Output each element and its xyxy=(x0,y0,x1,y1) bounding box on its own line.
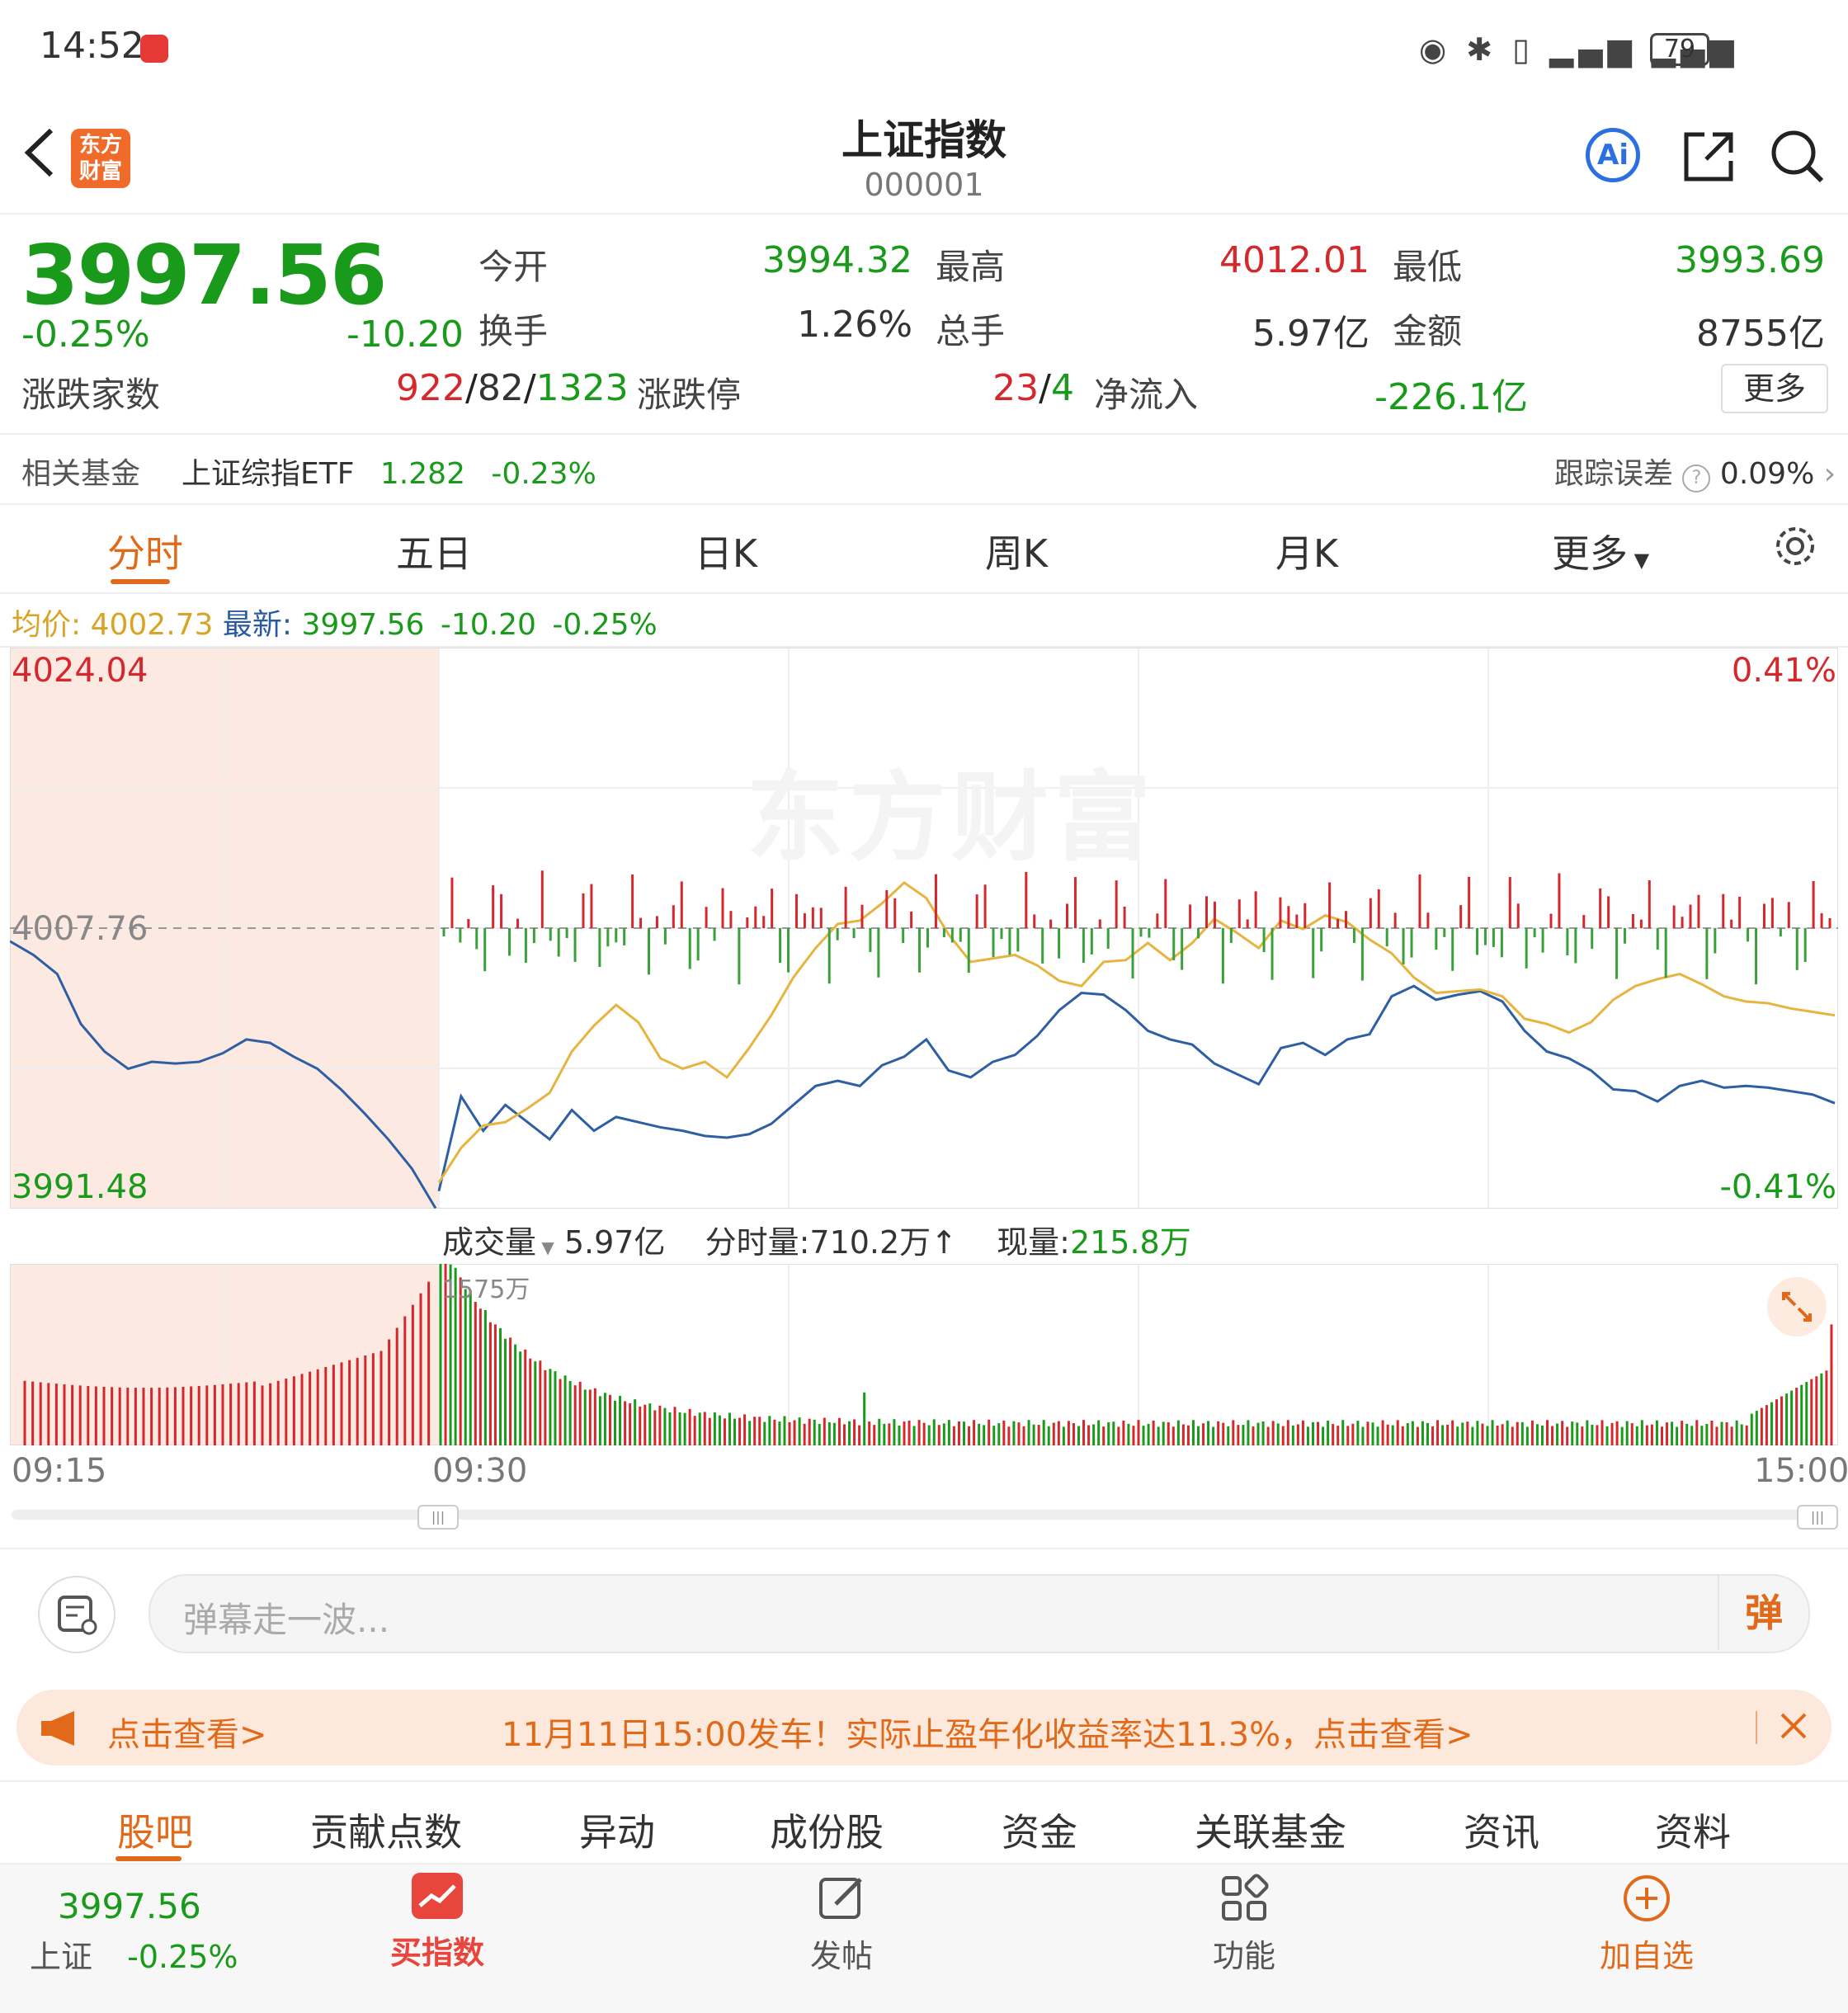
megaphone-icon xyxy=(41,1711,74,1746)
close-icon xyxy=(1780,1713,1807,1739)
divider xyxy=(1756,1711,1757,1744)
change-amount: -10.20 xyxy=(346,314,464,356)
time-axis-close: 15:00 xyxy=(1754,1452,1848,1490)
tab-more[interactable]: 更多 ▼ xyxy=(1518,524,1683,578)
chart-legend: 均价: 4002.73 最新: 3997.56 -10.20 -0.25% xyxy=(12,608,658,642)
time-axis-start: 09:15 xyxy=(12,1452,107,1490)
limit-label: 涨跌停 xyxy=(637,375,742,415)
tab-underline xyxy=(116,1856,182,1861)
battery-icon: 79 xyxy=(1650,33,1709,66)
fund-label: 相关基金 xyxy=(21,457,141,491)
scroll-handle-right[interactable]: ||| xyxy=(1797,1505,1838,1530)
chart-scrollbar[interactable] xyxy=(12,1510,1836,1520)
netflow-value: -226.1亿 xyxy=(1374,376,1528,418)
turnover-value: 1.26% xyxy=(797,304,912,346)
fund-row[interactable]: 上证综指ETF 1.282 -0.23% xyxy=(182,450,596,493)
search-icon xyxy=(1771,130,1824,183)
page-title: 上证指数 xyxy=(842,116,1006,164)
price-line xyxy=(437,984,1836,1192)
edit-icon xyxy=(819,1878,862,1919)
tab-five-day[interactable]: 五日 xyxy=(351,524,516,578)
chevron-right-icon: › xyxy=(1823,457,1836,491)
plus-circle-icon xyxy=(1624,1875,1670,1921)
dropdown-icon: ▼ xyxy=(536,1238,554,1257)
gear-icon xyxy=(1776,527,1814,565)
tab-constituents[interactable]: 成份股 xyxy=(736,1803,917,1857)
post-button[interactable]: 发帖 xyxy=(759,1873,924,1976)
high-label: 最高 xyxy=(936,247,1006,287)
comment-input[interactable]: 弹幕走一波... xyxy=(148,1574,1810,1653)
trend-chart-icon xyxy=(412,1873,463,1919)
intraday-chart[interactable] xyxy=(9,647,1839,1209)
ai-button[interactable]: Ai xyxy=(1586,128,1640,182)
dropdown-icon: ▼ xyxy=(1627,549,1650,572)
expand-button[interactable] xyxy=(1767,1277,1827,1336)
axis-top-price: 4024.04 xyxy=(12,652,148,690)
watermark: 东方财富 xyxy=(747,761,1157,874)
price-chart-svg xyxy=(9,647,1839,1209)
volume-chart-svg xyxy=(9,1263,1839,1446)
status-time: 14:52 xyxy=(40,25,144,67)
more-button[interactable]: 更多 xyxy=(1721,364,1828,413)
low-label: 最低 xyxy=(1393,247,1463,287)
high-value: 4012.01 xyxy=(1219,239,1370,281)
mini-quote[interactable]: 3997.56 上证 -0.25% xyxy=(30,1886,261,1977)
tab-guba[interactable]: 股吧 xyxy=(64,1803,246,1857)
tab-movement[interactable]: 异动 xyxy=(526,1803,708,1857)
comment-settings-button[interactable] xyxy=(38,1576,116,1653)
amount-value: 8755亿 xyxy=(1696,313,1825,355)
open-value: 3994.32 xyxy=(762,239,912,281)
volume-value: 5.97亿 xyxy=(1252,313,1370,355)
breadth-label: 涨跌家数 xyxy=(21,375,161,415)
breadth-value: 922/82/1323 xyxy=(396,367,629,409)
stock-code: 000001 xyxy=(864,167,984,203)
limit-value: 23/4 xyxy=(992,367,1074,409)
axis-bottom-pct: -0.41% xyxy=(1719,1168,1836,1206)
function-button[interactable]: 功能 xyxy=(1162,1873,1327,1976)
axis-bottom-price: 3991.48 xyxy=(12,1168,148,1206)
volume-chart[interactable] xyxy=(9,1263,1839,1446)
tracking-error[interactable]: 跟踪误差 ? 0.09% › xyxy=(1554,450,1836,493)
tab-intraday[interactable]: 分时 xyxy=(63,524,228,578)
last-price: 3997.56 xyxy=(21,227,387,323)
open-label: 今开 xyxy=(478,247,549,287)
change-percent: -0.25% xyxy=(21,314,150,356)
volume-max-label: 1575万 xyxy=(442,1275,530,1304)
comment-settings-icon xyxy=(58,1596,97,1635)
search-button[interactable] xyxy=(1769,128,1827,189)
axis-mid-price: 4007.76 xyxy=(12,910,148,948)
volume-type-selector[interactable]: 成交量 ▼ xyxy=(442,1224,554,1261)
danmaku-button[interactable]: 弹 xyxy=(1718,1576,1808,1650)
tab-profile[interactable]: 资料 xyxy=(1602,1803,1784,1857)
expand-icon xyxy=(1782,1292,1812,1322)
amount-label: 金额 xyxy=(1393,311,1463,351)
tab-daily-k[interactable]: 日K xyxy=(644,524,808,578)
tab-related-funds[interactable]: 关联基金 xyxy=(1180,1803,1361,1857)
scroll-handle-left[interactable]: ||| xyxy=(417,1505,459,1530)
tab-monthly-k[interactable]: 月K xyxy=(1224,524,1389,578)
buy-index-button[interactable]: 买指数 xyxy=(355,1873,520,1973)
close-banner-button[interactable] xyxy=(1769,1701,1818,1751)
settings-button[interactable] xyxy=(1772,523,1818,573)
tab-contribution[interactable]: 贡献点数 xyxy=(295,1803,477,1857)
tab-capital[interactable]: 资金 xyxy=(949,1803,1130,1857)
tab-weekly-k[interactable]: 周K xyxy=(934,524,1099,578)
grid-icon xyxy=(1222,1874,1269,1921)
share-icon xyxy=(1684,132,1733,182)
time-axis-open: 09:30 xyxy=(432,1452,528,1490)
promo-banner[interactable]: 点击查看> 11月11日15:00发车！实际止盈年化收益率达11.3%，点击查看… xyxy=(16,1690,1832,1766)
tab-underline xyxy=(111,579,170,584)
low-value: 3993.69 xyxy=(1675,239,1825,281)
volume-label: 总手 xyxy=(936,311,1006,351)
volume-info-bar: 成交量 ▼ 5.97亿 分时量:710.2万↑ 现量:215.8万 xyxy=(442,1224,1191,1261)
notification-icon xyxy=(140,35,168,63)
add-watchlist-button[interactable]: 加自选 xyxy=(1564,1873,1729,1976)
axis-top-pct: 0.41% xyxy=(1731,652,1836,690)
turnover-label: 换手 xyxy=(478,311,549,351)
share-button[interactable] xyxy=(1680,128,1737,189)
tab-news[interactable]: 资讯 xyxy=(1411,1803,1592,1857)
netflow-label: 净流入 xyxy=(1094,375,1199,415)
help-icon: ? xyxy=(1682,464,1711,493)
